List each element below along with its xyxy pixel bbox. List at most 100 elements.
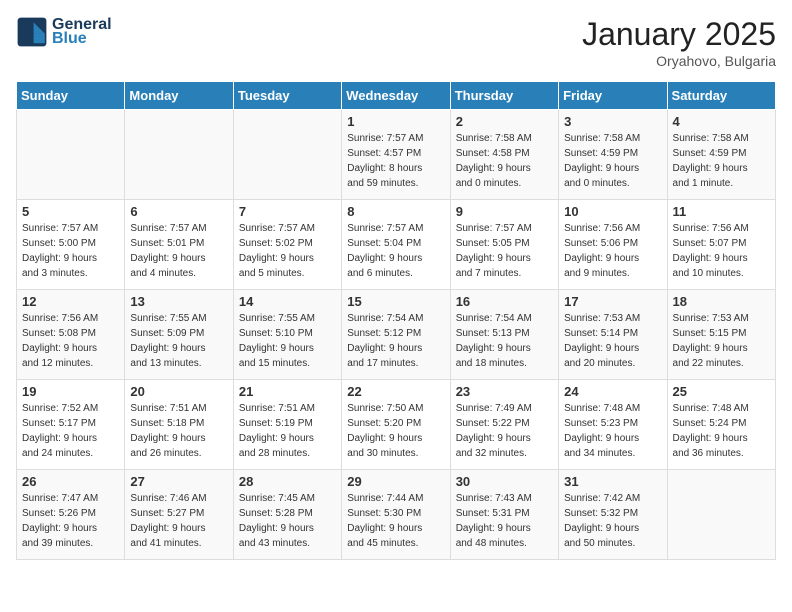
day-number: 15 [347, 294, 444, 309]
calendar-cell: 10 Sunrise: 7:56 AMSunset: 5:06 PMDayligh… [559, 200, 667, 290]
day-info: Sunrise: 7:42 AMSunset: 5:32 PMDaylight:… [564, 491, 661, 551]
calendar-cell: 16 Sunrise: 7:54 AMSunset: 5:13 PMDayligh… [450, 290, 558, 380]
day-info: Sunrise: 7:55 AMSunset: 5:09 PMDaylight:… [130, 311, 227, 371]
day-info: Sunrise: 7:58 AMSunset: 4:59 PMDaylight:… [564, 131, 661, 191]
calendar-cell: 4Sunrise: 7:58 AMSunset: 4:59 PMDaylight… [667, 110, 775, 200]
calendar-week-row: 1 Sunrise: 7:57 AMSunset: 4:57 PMDaylight… [17, 110, 776, 200]
calendar-cell: 19 Sunrise: 7:52 AMSunset: 5:17 PMDayligh… [17, 380, 125, 470]
day-info: Sunrise: 7:58 AMSunset: 4:58 PMDaylight:… [456, 131, 553, 191]
calendar-cell: 20 Sunrise: 7:51 AMSunset: 5:18 PMDayligh… [125, 380, 233, 470]
calendar-cell [125, 110, 233, 200]
day-info: Sunrise: 7:57 AMSunset: 5:02 PMDaylight:… [239, 221, 336, 281]
logo: General Blue [16, 16, 112, 48]
calendar-week-row: 12 Sunrise: 7:56 AMSunset: 5:08 PMDayligh… [17, 290, 776, 380]
day-number: 25 [673, 384, 770, 399]
day-number: 10 [564, 204, 661, 219]
calendar-cell [233, 110, 341, 200]
day-info: Sunrise: 7:49 AMSunset: 5:22 PMDaylight:… [456, 401, 553, 461]
day-info: Sunrise: 7:57 AMSunset: 4:57 PMDaylight:… [347, 131, 444, 191]
header-cell-saturday: Saturday [667, 82, 775, 110]
header-cell-tuesday: Tuesday [233, 82, 341, 110]
day-info: Sunrise: 7:56 AMSunset: 5:06 PMDaylight:… [564, 221, 661, 281]
calendar-cell [667, 470, 775, 560]
day-number: 21 [239, 384, 336, 399]
day-info: Sunrise: 7:43 AMSunset: 5:31 PMDaylight:… [456, 491, 553, 551]
logo-icon [16, 16, 48, 48]
calendar-cell: 27Sunrise: 7:46 AMSunset: 5:27 PMDayligh… [125, 470, 233, 560]
calendar-cell: 31 Sunrise: 7:42 AMSunset: 5:32 PMDayligh… [559, 470, 667, 560]
day-number: 3 [564, 114, 661, 129]
day-info: Sunrise: 7:47 AMSunset: 5:26 PMDaylight:… [22, 491, 119, 551]
day-info: Sunrise: 7:52 AMSunset: 5:17 PMDaylight:… [22, 401, 119, 461]
calendar-cell: 22Sunrise: 7:50 AMSunset: 5:20 PMDayligh… [342, 380, 450, 470]
calendar-cell: 18Sunrise: 7:53 AMSunset: 5:15 PMDayligh… [667, 290, 775, 380]
day-number: 5 [22, 204, 119, 219]
day-number: 31 [564, 474, 661, 489]
day-info: Sunrise: 7:56 AMSunset: 5:07 PMDaylight:… [673, 221, 770, 281]
day-number: 24 [564, 384, 661, 399]
day-info: Sunrise: 7:48 AMSunset: 5:24 PMDaylight:… [673, 401, 770, 461]
calendar-cell: 11 Sunrise: 7:56 AMSunset: 5:07 PMDayligh… [667, 200, 775, 290]
day-number: 12 [22, 294, 119, 309]
calendar-cell: 14Sunrise: 7:55 AMSunset: 5:10 PMDayligh… [233, 290, 341, 380]
day-info: Sunrise: 7:57 AMSunset: 5:05 PMDaylight:… [456, 221, 553, 281]
page-header: General Blue January 2025 Oryahovo, Bulg… [16, 16, 776, 69]
header-cell-friday: Friday [559, 82, 667, 110]
day-info: Sunrise: 7:46 AMSunset: 5:27 PMDaylight:… [130, 491, 227, 551]
day-info: Sunrise: 7:48 AMSunset: 5:23 PMDaylight:… [564, 401, 661, 461]
day-number: 8 [347, 204, 444, 219]
day-number: 19 [22, 384, 119, 399]
day-number: 6 [130, 204, 227, 219]
calendar-cell: 13 Sunrise: 7:55 AMSunset: 5:09 PMDayligh… [125, 290, 233, 380]
day-number: 14 [239, 294, 336, 309]
day-info: Sunrise: 7:56 AMSunset: 5:08 PMDaylight:… [22, 311, 119, 371]
calendar-week-row: 5 Sunrise: 7:57 AMSunset: 5:00 PMDaylight… [17, 200, 776, 290]
day-number: 7 [239, 204, 336, 219]
day-info: Sunrise: 7:57 AMSunset: 5:01 PMDaylight:… [130, 221, 227, 281]
location-subtitle: Oryahovo, Bulgaria [582, 53, 776, 69]
header-cell-sunday: Sunday [17, 82, 125, 110]
day-info: Sunrise: 7:57 AMSunset: 5:00 PMDaylight:… [22, 221, 119, 281]
day-number: 28 [239, 474, 336, 489]
calendar-cell: 12 Sunrise: 7:56 AMSunset: 5:08 PMDayligh… [17, 290, 125, 380]
day-number: 16 [456, 294, 553, 309]
calendar-cell: 25 Sunrise: 7:48 AMSunset: 5:24 PMDayligh… [667, 380, 775, 470]
calendar-cell: 26 Sunrise: 7:47 AMSunset: 5:26 PMDayligh… [17, 470, 125, 560]
calendar-cell: 28 Sunrise: 7:45 AMSunset: 5:28 PMDayligh… [233, 470, 341, 560]
day-number: 2 [456, 114, 553, 129]
day-info: Sunrise: 7:54 AMSunset: 5:13 PMDaylight:… [456, 311, 553, 371]
calendar-cell: 1 Sunrise: 7:57 AMSunset: 4:57 PMDaylight… [342, 110, 450, 200]
day-info: Sunrise: 7:45 AMSunset: 5:28 PMDaylight:… [239, 491, 336, 551]
calendar-cell: 23 Sunrise: 7:49 AMSunset: 5:22 PMDayligh… [450, 380, 558, 470]
calendar-cell: 8 Sunrise: 7:57 AMSunset: 5:04 PMDaylight… [342, 200, 450, 290]
header-cell-wednesday: Wednesday [342, 82, 450, 110]
day-number: 23 [456, 384, 553, 399]
day-number: 20 [130, 384, 227, 399]
day-number: 13 [130, 294, 227, 309]
day-number: 4 [673, 114, 770, 129]
day-number: 29 [347, 474, 444, 489]
day-info: Sunrise: 7:50 AMSunset: 5:20 PMDaylight:… [347, 401, 444, 461]
calendar-cell: 24 Sunrise: 7:48 AMSunset: 5:23 PMDayligh… [559, 380, 667, 470]
header-cell-monday: Monday [125, 82, 233, 110]
calendar-cell: 29Sunrise: 7:44 AMSunset: 5:30 PMDayligh… [342, 470, 450, 560]
calendar-cell: 15Sunrise: 7:54 AMSunset: 5:12 PMDayligh… [342, 290, 450, 380]
day-number: 26 [22, 474, 119, 489]
day-info: Sunrise: 7:53 AMSunset: 5:15 PMDaylight:… [673, 311, 770, 371]
calendar-cell: 7 Sunrise: 7:57 AMSunset: 5:02 PMDaylight… [233, 200, 341, 290]
day-info: Sunrise: 7:53 AMSunset: 5:14 PMDaylight:… [564, 311, 661, 371]
day-number: 11 [673, 204, 770, 219]
title-section: January 2025 Oryahovo, Bulgaria [582, 16, 776, 69]
day-info: Sunrise: 7:57 AMSunset: 5:04 PMDaylight:… [347, 221, 444, 281]
calendar-cell: 9 Sunrise: 7:57 AMSunset: 5:05 PMDaylight… [450, 200, 558, 290]
calendar-cell [17, 110, 125, 200]
calendar-cell: 3 Sunrise: 7:58 AMSunset: 4:59 PMDaylight… [559, 110, 667, 200]
day-info: Sunrise: 7:51 AMSunset: 5:19 PMDaylight:… [239, 401, 336, 461]
day-number: 9 [456, 204, 553, 219]
day-number: 1 [347, 114, 444, 129]
day-info: Sunrise: 7:51 AMSunset: 5:18 PMDaylight:… [130, 401, 227, 461]
calendar-cell: 2 Sunrise: 7:58 AMSunset: 4:58 PMDaylight… [450, 110, 558, 200]
calendar-header-row: SundayMondayTuesdayWednesdayThursdayFrid… [17, 82, 776, 110]
day-number: 17 [564, 294, 661, 309]
day-number: 30 [456, 474, 553, 489]
